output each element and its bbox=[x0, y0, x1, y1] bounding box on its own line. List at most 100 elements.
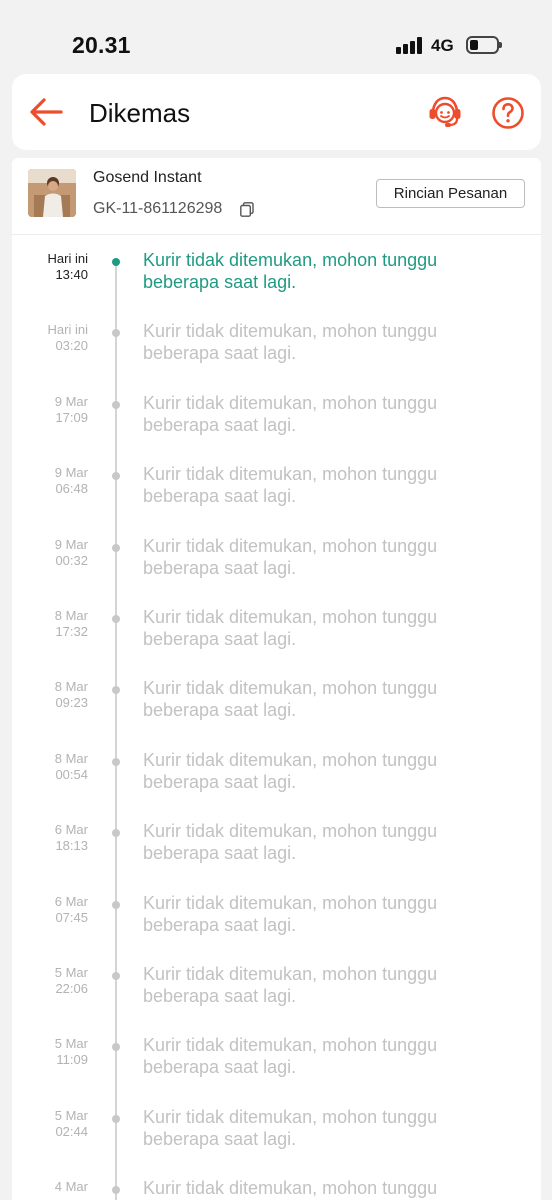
courier-name: Gosend Instant bbox=[93, 169, 202, 186]
timeline-date: 9 Mar 17:09 bbox=[12, 394, 88, 426]
timeline-dot bbox=[112, 1043, 120, 1052]
timeline-date: Hari ini 13:40 bbox=[12, 251, 88, 283]
timeline-status-text: Kurir tidak ditemukan, mohon tunggu bebe… bbox=[143, 535, 438, 578]
timeline-date: 8 Mar 09:23 bbox=[12, 679, 88, 711]
order-summary: Gosend Instant GK-11-861126298 Rincian P… bbox=[12, 158, 541, 235]
timeline-dot bbox=[112, 972, 120, 980]
timeline-status-text: Kurir tidak ditemukan, mohon tunggu bebe… bbox=[143, 392, 438, 435]
timeline-status-text: Kurir tidak ditemukan, mohon tunggu bebe… bbox=[143, 464, 438, 507]
timeline-date: 8 Mar 17:32 bbox=[12, 608, 88, 640]
timeline-item: 4 Mar Kurir tidak ditemukan, mohon tunggu… bbox=[12, 1178, 541, 1200]
timeline-dot bbox=[112, 258, 120, 266]
timeline-status-text: Kurir tidak ditemukan, mohon tunggu bebe… bbox=[143, 1106, 438, 1149]
timeline-dot bbox=[112, 400, 120, 409]
timeline-item: 8 Mar 09:23 Kurir tidak ditemukan, mohon t… bbox=[12, 678, 541, 750]
timeline-time: 00:32 bbox=[55, 552, 88, 568]
order-details-button[interactable]: Rincian Pesanan bbox=[376, 179, 525, 208]
timeline-item: 9 Mar 17:09 Kurir tidak ditemukan, mohon t… bbox=[12, 392, 541, 465]
copy-icon[interactable] bbox=[240, 202, 254, 217]
timeline-dot bbox=[112, 686, 120, 695]
timeline-date: 5 Mar 02:44 bbox=[12, 1108, 88, 1140]
timeline-day: 8 Mar bbox=[54, 679, 88, 695]
timeline-dot bbox=[112, 472, 120, 481]
timeline-status-text: Kurir tidak ditemukan, mohon tunggu bebe… bbox=[143, 321, 438, 364]
timeline-dot bbox=[112, 900, 120, 909]
timeline-status-text: Kurir tidak ditemukan, mohon tunggu bebe… bbox=[143, 678, 438, 721]
timeline-day: Hari ini bbox=[47, 251, 88, 266]
timeline-status-text: Kurir tidak ditemukan, mohon tunggu bebe… bbox=[143, 749, 438, 792]
timeline-time: 17:09 bbox=[55, 409, 88, 425]
timeline-time: 13:40 bbox=[55, 267, 88, 282]
timeline-date: 5 Mar 22:06 bbox=[12, 965, 88, 997]
timeline-item: 8 Mar 00:54 Kurir tidak ditemukan, mohon t… bbox=[12, 749, 541, 822]
timeline-day: 6 Mar bbox=[54, 893, 88, 909]
timeline-status-text: Kurir tidak ditemukan, mohon tunggu bebe… bbox=[143, 964, 438, 1006]
timeline-item: Hari ini 03:20 Kurir tidak ditemukan, moho… bbox=[12, 321, 541, 393]
customer-service-icon[interactable] bbox=[426, 94, 464, 130]
timeline-day: 9 Mar bbox=[54, 465, 88, 481]
timeline-dot bbox=[112, 329, 120, 338]
timeline-date: 9 Mar 00:32 bbox=[12, 537, 88, 569]
timeline-day: 5 Mar bbox=[54, 965, 88, 980]
timeline-item: 8 Mar 17:32 Kurir tidak ditemukan, mohon t… bbox=[12, 607, 541, 679]
timeline-date: 8 Mar 00:54 bbox=[12, 751, 88, 783]
timeline-status-text: Kurir tidak ditemukan, mohon tunggu bebe… bbox=[143, 1178, 438, 1199]
timeline-item: Hari ini 13:40 Kurir tidak ditemukan, moho… bbox=[12, 250, 541, 322]
timeline-date: 4 Mar bbox=[12, 1179, 88, 1195]
timeline-item: 5 Mar 22:06 Kurir tidak ditemukan, mohon t… bbox=[12, 964, 541, 1036]
timeline-item: 5 Mar 11:09 Kurir tidak ditemukan, mohon t… bbox=[12, 1035, 541, 1107]
timeline-day: Hari ini bbox=[47, 322, 88, 338]
page-title: Dikemas bbox=[89, 98, 191, 128]
timeline-dot bbox=[112, 1186, 120, 1195]
timeline-time: 18:13 bbox=[55, 838, 88, 854]
battery-icon bbox=[466, 36, 502, 54]
timeline-item: 6 Mar 18:13 Kurir tidak ditemukan, mohon t… bbox=[12, 821, 541, 893]
network-type: 4G bbox=[431, 36, 454, 55]
timeline-item: 5 Mar 02:44 Kurir tidak ditemukan, mohon t… bbox=[12, 1106, 541, 1179]
timeline-date: 9 Mar 06:48 bbox=[12, 465, 88, 497]
timeline-date: 6 Mar 18:13 bbox=[12, 822, 88, 854]
timeline-item: 6 Mar 07:45 Kurir tidak ditemukan, mohon t… bbox=[12, 892, 541, 965]
timeline-status-text: Kurir tidak ditemukan, mohon tunggu bebe… bbox=[143, 892, 438, 935]
timeline-dot bbox=[112, 543, 120, 552]
signal-icon bbox=[396, 37, 424, 54]
timeline-time: 00:54 bbox=[55, 766, 88, 782]
timeline-dot bbox=[112, 1114, 120, 1123]
timeline-dot bbox=[112, 829, 120, 838]
timeline-day: 9 Mar bbox=[54, 536, 88, 552]
timeline-day: 9 Mar bbox=[54, 393, 88, 409]
timeline-day: 8 Mar bbox=[54, 750, 88, 766]
timeline-time: 02:44 bbox=[55, 1123, 88, 1139]
timeline-time: 07:45 bbox=[55, 909, 88, 925]
timeline-day: 4 Mar bbox=[54, 1179, 88, 1195]
timeline-status-text: Kurir tidak ditemukan, mohon tunggu bebe… bbox=[143, 250, 438, 292]
timeline-date: 5 Mar 11:09 bbox=[12, 1036, 88, 1068]
timeline-dot bbox=[112, 615, 120, 623]
timeline-status-text: Kurir tidak ditemukan, mohon tunggu bebe… bbox=[143, 1035, 438, 1078]
header: Dikemas bbox=[12, 74, 541, 150]
timeline-day: 8 Mar bbox=[54, 608, 88, 623]
timeline-dot bbox=[112, 757, 120, 766]
timeline-date: 6 Mar 07:45 bbox=[12, 894, 88, 926]
product-thumbnail[interactable] bbox=[28, 169, 76, 217]
back-arrow-icon[interactable] bbox=[28, 94, 64, 130]
tracking-card: Gosend Instant GK-11-861126298 Rincian P… bbox=[12, 158, 541, 1200]
help-icon[interactable] bbox=[491, 96, 525, 130]
timeline-time: 11:09 bbox=[56, 1052, 88, 1068]
timeline-day: 6 Mar bbox=[54, 822, 88, 838]
timeline-time: 22:06 bbox=[55, 981, 88, 996]
timeline-day: 5 Mar bbox=[54, 1036, 88, 1052]
timeline-item: 9 Mar 06:48 Kurir tidak ditemukan, mohon t… bbox=[12, 464, 541, 536]
timeline-item: 9 Mar 00:32 Kurir tidak ditemukan, mohon t… bbox=[12, 535, 541, 608]
order-id: GK-11-861126298 bbox=[93, 200, 223, 217]
timeline-time: 09:23 bbox=[55, 695, 88, 711]
timeline-status-text: Kurir tidak ditemukan, mohon tunggu bebe… bbox=[143, 607, 438, 649]
timeline-day: 5 Mar bbox=[54, 1107, 88, 1123]
status-bar: 20.31 4G bbox=[0, 0, 552, 72]
timeline-status-text: Kurir tidak ditemukan, mohon tunggu bebe… bbox=[143, 821, 438, 864]
status-time: 20.31 bbox=[72, 32, 131, 58]
timeline-time: 03:20 bbox=[55, 338, 88, 354]
timeline-date: Hari ini 03:20 bbox=[12, 322, 88, 354]
timeline-time: 06:48 bbox=[55, 481, 88, 497]
timeline-time: 17:32 bbox=[55, 624, 88, 639]
